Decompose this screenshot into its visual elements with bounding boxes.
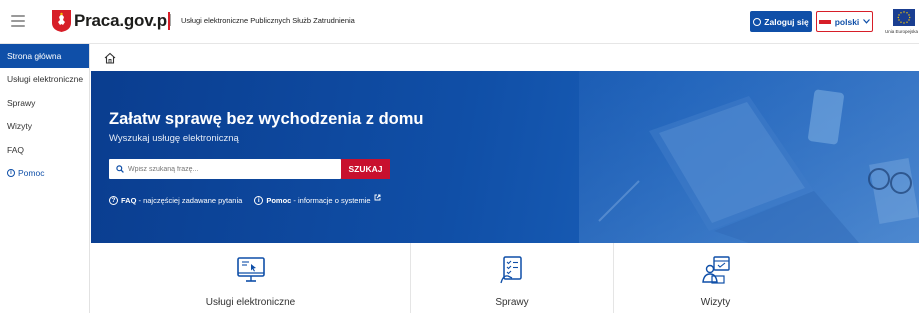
hero-links: ? FAQ - najczęściej zadawane pytania i P…: [109, 194, 381, 205]
search-button[interactable]: SZUKAJ: [341, 159, 390, 179]
login-label: Zaloguj się: [764, 16, 809, 27]
faq-link-text: - najczęściej zadawane pytania: [136, 196, 243, 205]
help-link-text: - informacje o systemie: [291, 196, 371, 205]
login-button[interactable]: Zaloguj się: [750, 11, 812, 32]
brand-divider: [168, 12, 170, 30]
sidebar-item-help[interactable]: i Pomoc: [0, 162, 89, 186]
tile-cases[interactable]: Sprawy: [411, 243, 613, 313]
hero-banner: Załatw sprawę bez wychodzenia z domu Wys…: [91, 71, 919, 243]
calendar-person-icon: [701, 256, 730, 284]
user-icon: [753, 17, 762, 26]
external-link-icon: [374, 194, 380, 201]
sidebar-item-home[interactable]: Strona główna: [0, 44, 89, 68]
question-icon: ?: [109, 196, 118, 205]
search-input[interactable]: [128, 165, 328, 173]
site-subtitle: Usługi elektroniczne Publicznych Służb Z…: [181, 16, 355, 25]
hero-title: Załatw sprawę bez wychodzenia z domu: [109, 110, 424, 128]
tile-visits[interactable]: Wizyty: [614, 243, 817, 313]
help-link-strong: Pomoc: [266, 196, 292, 205]
sidebar-item-visits[interactable]: Wizyty: [0, 115, 89, 139]
service-tiles: Usługi elektroniczne Sprawy Wizyty: [91, 243, 919, 313]
polish-emblem-icon: [52, 10, 71, 32]
search-icon: [116, 165, 124, 173]
checklist-icon: [500, 256, 522, 284]
eu-label: Unia Europejska: [885, 29, 919, 34]
language-select[interactable]: polski: [816, 11, 873, 32]
sidebar: Strona główna Usługi elektroniczne Spraw…: [0, 44, 90, 313]
site-brand[interactable]: Praca.gov.pl: [74, 10, 172, 32]
hamburger-menu-icon[interactable]: [11, 15, 25, 27]
tile-cases-label: Sprawy: [495, 297, 529, 308]
computer-icon: [236, 257, 265, 282]
info-icon: i: [7, 169, 15, 178]
tile-e-services[interactable]: Usługi elektroniczne: [91, 243, 410, 313]
language-label: polski: [834, 16, 860, 27]
faq-link-strong: FAQ: [121, 196, 137, 205]
home-icon[interactable]: [104, 52, 116, 64]
breadcrumb: [91, 44, 919, 71]
info-icon: i: [254, 196, 264, 205]
sidebar-item-e-services[interactable]: Usługi elektroniczne: [0, 68, 89, 92]
flag-icon: [818, 19, 831, 24]
sidebar-item-faq[interactable]: FAQ: [0, 138, 89, 162]
help-label: Pomoc: [18, 168, 45, 179]
top-header: Praca.gov.pl Usługi elektroniczne Public…: [0, 0, 919, 44]
tile-e-services-label: Usługi elektroniczne: [205, 297, 296, 308]
eu-flag-icon: [893, 9, 915, 26]
hero-subtitle: Wyszukaj usługę elektroniczną: [109, 133, 239, 144]
faq-link[interactable]: ? FAQ - najczęściej zadawane pytania: [109, 196, 242, 205]
search-field[interactable]: [109, 159, 341, 179]
sidebar-item-cases[interactable]: Sprawy: [0, 91, 89, 115]
laptop-desk-illustration: [579, 71, 919, 243]
chevron-down-icon: [863, 19, 871, 24]
tile-visits-label: Wizyty: [700, 297, 731, 308]
help-link[interactable]: i Pomoc - informacje o systemie: [254, 194, 380, 205]
